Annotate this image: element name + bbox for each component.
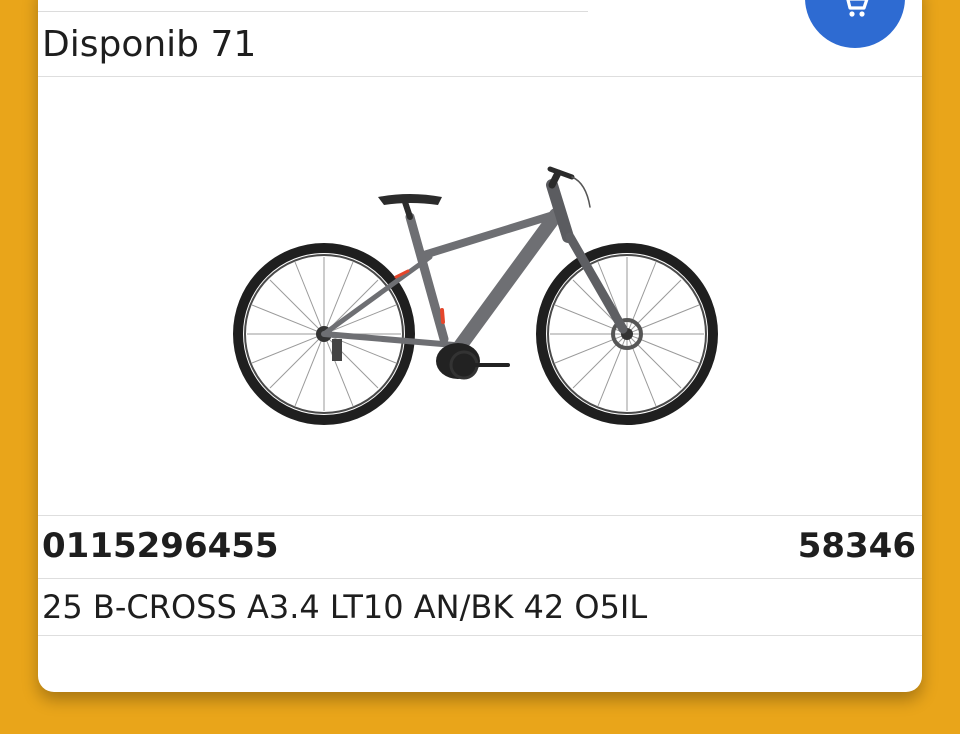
bike-frame [321,166,628,380]
divider [38,11,588,12]
product-price: 58346 [797,526,916,566]
divider [38,635,922,636]
availability-text: Disponib 71 [42,24,257,65]
divider [38,578,922,579]
product-image [38,77,922,515]
product-description: 25 B-CROSS A3.4 LT10 AN/BK 42 O5IL [42,588,648,626]
product-code: 0115296455 [42,526,279,566]
divider [38,515,922,516]
add-to-cart-button[interactable] [805,0,905,48]
cart-icon [840,0,870,23]
front-wheel [536,243,718,425]
product-card: Disponib 71 0115296455 58346 25 B-CROSS … [38,0,922,692]
